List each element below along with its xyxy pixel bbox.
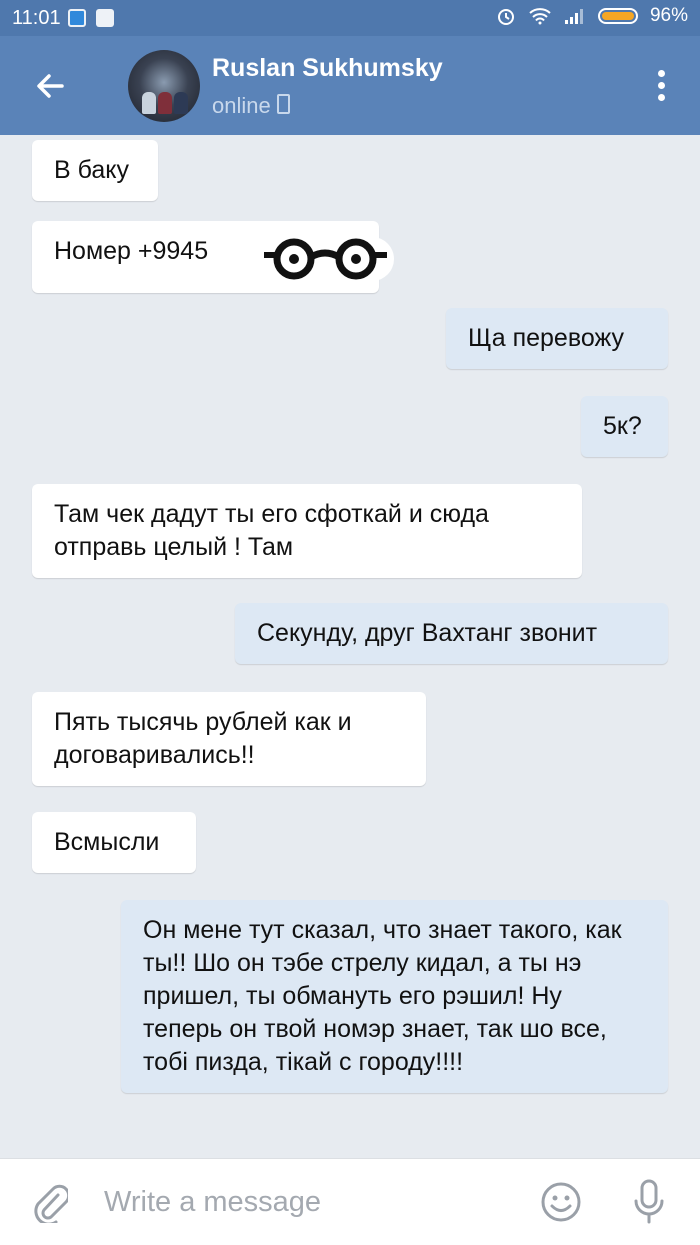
message-bubble-outgoing: 5к? (581, 396, 668, 457)
message-bubble-incoming: Всмысли (32, 812, 196, 873)
message-bubble-incoming: Там чек дадут ты его сфоткай и сюда отпр… (32, 484, 582, 578)
message-list[interactable]: В баку Номер +9945 Ща перевожу 5к? Там ч… (0, 135, 700, 1158)
wifi-icon (529, 8, 551, 25)
message-text: Пять тысячь рублей как и договаривались!… (54, 708, 352, 769)
message-composer (0, 1158, 700, 1245)
message-input[interactable] (102, 1179, 506, 1225)
more-vertical-icon[interactable] (658, 70, 666, 106)
smile-icon[interactable] (540, 1181, 582, 1223)
microphone-icon[interactable] (633, 1179, 665, 1225)
message-bubble-incoming: Пять тысячь рублей как и договаривались!… (32, 692, 426, 786)
avatar[interactable] (128, 50, 200, 122)
status-bar: 11:01 96% (0, 0, 700, 36)
message-bubble-outgoing: Он мене тут сказал, что знает такого, ка… (121, 900, 668, 1093)
message-bubble-outgoing: Ща перевожу (446, 308, 668, 369)
message-text: Там чек дадут ты его сфоткай и сюда отпр… (54, 500, 489, 561)
message-text: Номер +9945 (54, 237, 209, 265)
glasses-sticker-icon (262, 237, 394, 281)
back-arrow-icon[interactable] (30, 66, 70, 106)
notification-icon (68, 9, 86, 27)
message-text: 5к? (603, 412, 642, 440)
play-store-icon (96, 9, 114, 27)
signal-icon (564, 9, 583, 24)
battery-percent: 96% (649, 5, 688, 26)
status-time: 11:01 (12, 7, 61, 29)
battery-icon (597, 8, 638, 24)
mobile-icon (276, 94, 290, 114)
contact-name[interactable]: Ruslan Sukhumsky (212, 54, 443, 83)
message-text: Ща перевожу (468, 324, 624, 352)
message-text: Всмысли (54, 828, 160, 856)
message-bubble-incoming: В баку (32, 140, 158, 201)
paperclip-icon[interactable] (32, 1183, 68, 1223)
message-text: Он мене тут сказал, что знает такого, ка… (143, 916, 622, 1076)
message-text: Секунду, друг Вахтанг звонит (257, 619, 598, 647)
contact-status: online (212, 93, 290, 119)
status-text: online (212, 93, 271, 118)
chat-header: Ruslan Sukhumsky online (0, 36, 700, 135)
alarm-icon (497, 9, 514, 25)
message-bubble-outgoing: Секунду, друг Вахтанг звонит (235, 603, 668, 664)
message-bubble-incoming: Номер +9945 (32, 221, 394, 293)
message-text: В баку (54, 156, 129, 184)
